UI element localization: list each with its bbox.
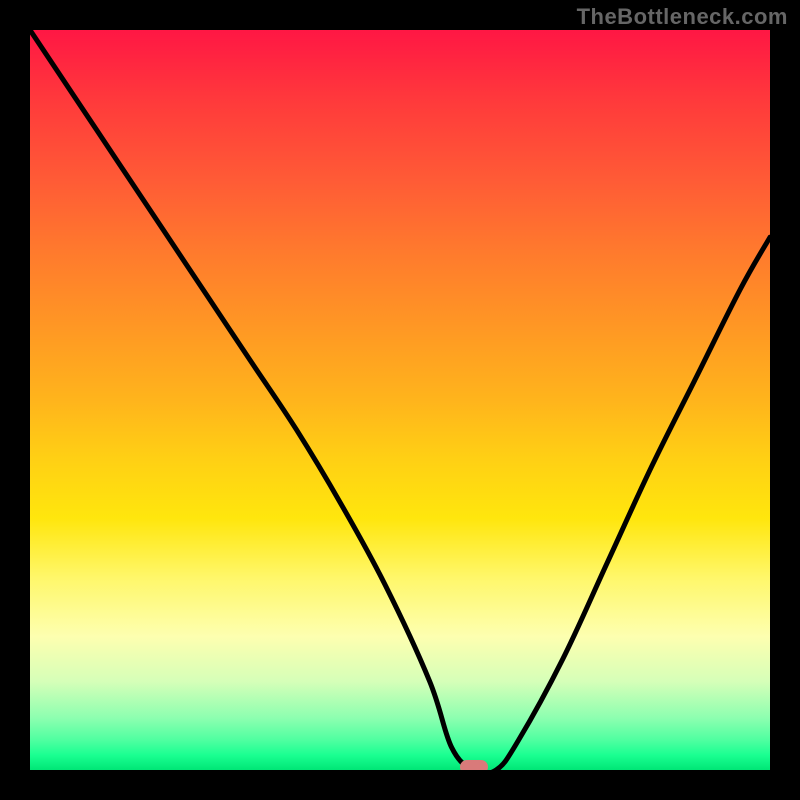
bottleneck-marker	[460, 760, 488, 770]
plot-frame	[30, 30, 770, 770]
watermark-text: TheBottleneck.com	[577, 4, 788, 30]
chart-container: TheBottleneck.com	[0, 0, 800, 800]
bottleneck-curve	[30, 30, 770, 770]
